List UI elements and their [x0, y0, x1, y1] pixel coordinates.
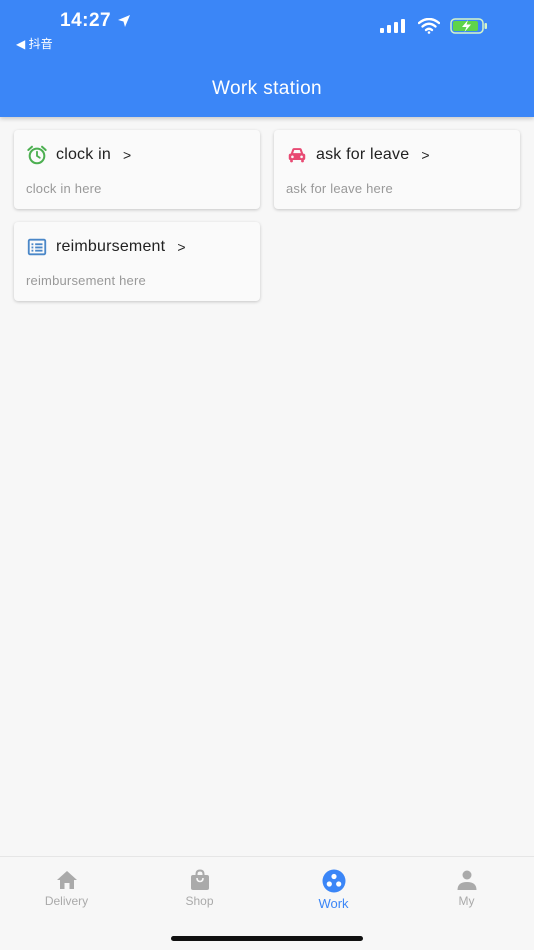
work-icon — [322, 869, 345, 893]
reimbursement-card-header: reimbursement > — [26, 236, 186, 258]
clock-in-card[interactable]: clock in > clock in here — [14, 130, 260, 209]
nav-label-delivery: Delivery — [44, 894, 89, 908]
status-icons — [380, 18, 488, 34]
app-header: 14:27 ◀ 抖音 Work station — [0, 0, 534, 117]
alarm-clock-icon — [27, 145, 47, 165]
chevron-right-icon: > — [421, 147, 430, 163]
nav-label-shop: Shop — [185, 894, 214, 908]
nav-item-shop[interactable]: Shop — [133, 869, 266, 908]
nav-item-my[interactable]: My — [400, 869, 533, 908]
battery-charging-icon — [450, 18, 487, 34]
page-title: Work station — [211, 78, 323, 99]
nav-label-work: Work — [318, 896, 349, 911]
list-icon — [27, 238, 47, 256]
back-to-app-link[interactable]: ◀ 抖音 — [16, 35, 53, 52]
status-time: 14:27 — [60, 10, 112, 31]
shopping-bag-icon — [190, 869, 209, 890]
clock-in-subtitle: clock in here — [26, 181, 102, 196]
reimbursement-card[interactable]: reimbursement > reimbursement here — [14, 222, 260, 301]
home-icon — [56, 871, 77, 889]
cellular-signal-icon — [380, 19, 405, 33]
clock-in-title: clock in — [56, 146, 111, 163]
home-indicator[interactable] — [171, 936, 363, 941]
chevron-right-icon: > — [122, 147, 132, 163]
back-app-label: ◀ 抖音 — [16, 37, 53, 51]
car-icon — [288, 148, 306, 163]
chevron-right-icon: > — [177, 239, 186, 255]
nav-item-work[interactable]: Work — [267, 869, 400, 911]
screen: 14:27 ◀ 抖音 Work station clock in > clock… — [0, 0, 534, 950]
ask-for-leave-title: ask for leave — [316, 146, 410, 163]
ask-for-leave-card[interactable]: ask for leave > ask for leave here — [274, 130, 520, 209]
status-time-group: 14:27 — [60, 10, 131, 32]
reimbursement-subtitle: reimbursement here — [26, 273, 146, 288]
wifi-icon — [418, 18, 440, 34]
nav-label-my: My — [458, 894, 475, 908]
nav-item-delivery[interactable]: Delivery — [0, 869, 133, 908]
reimbursement-title: reimbursement — [56, 238, 166, 255]
ask-for-leave-subtitle: ask for leave here — [286, 181, 393, 196]
location-arrow-icon — [118, 15, 131, 27]
clock-in-card-header: clock in > — [26, 144, 131, 166]
ask-for-leave-card-header: ask for leave > — [286, 144, 430, 166]
person-icon — [457, 870, 476, 890]
